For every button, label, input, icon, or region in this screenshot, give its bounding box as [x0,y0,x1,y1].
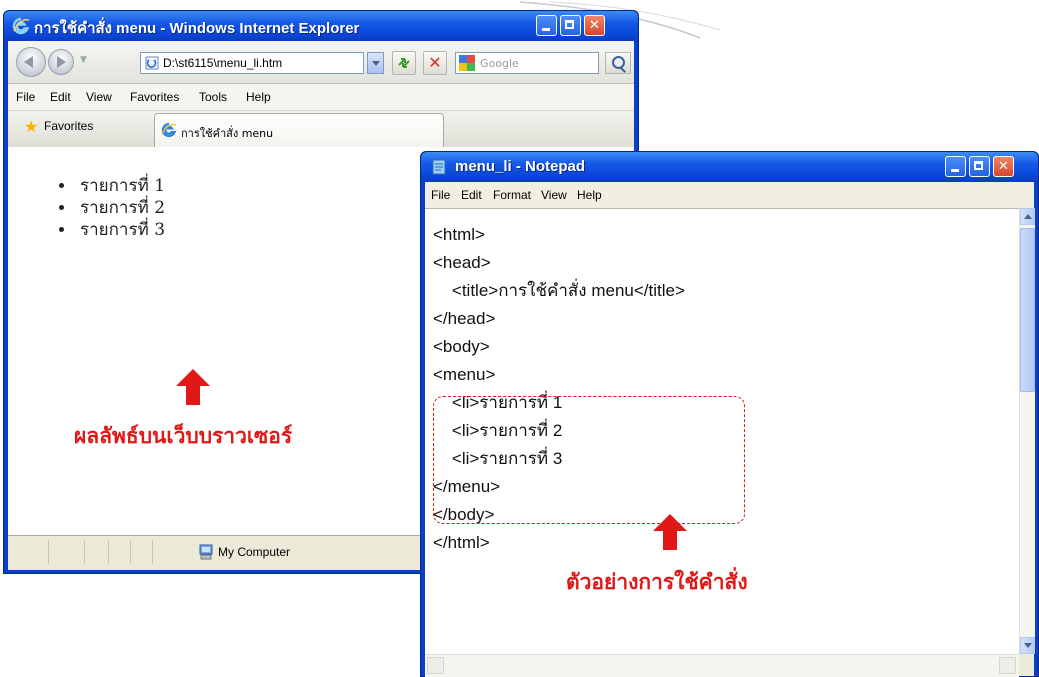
rendered-list: รายการที่ 1 รายการที่ 2 รายการที่ 3 [58,175,165,241]
scroll-thumb[interactable] [1020,228,1035,392]
chevron-down-icon [1024,643,1032,648]
search-placeholder: Google [480,57,519,70]
scroll-down-button[interactable] [1020,637,1035,654]
chevron-up-icon [1024,214,1032,219]
refresh-icon [398,58,410,68]
code-line: <body> [433,337,490,356]
menu-edit[interactable]: Edit [461,188,482,202]
status-cell [108,540,109,564]
menu-format[interactable]: Format [493,188,531,202]
status-cell [48,540,49,564]
back-button[interactable] [16,47,46,77]
forward-button[interactable] [48,49,74,75]
notepad-minimize-button[interactable] [945,156,966,177]
menu-highlight-box [433,396,745,524]
status-cell [152,540,153,564]
google-icon [459,55,475,71]
notepad-window-title: menu_li - Notepad [455,158,586,175]
ie-logo-icon [12,17,30,35]
menu-favorites[interactable]: Favorites [130,90,179,104]
list-item: รายการที่ 2 [76,197,165,219]
menu-file[interactable]: File [431,188,450,202]
ie-title-bar[interactable]: การใช้คำสั่ง menu - Windows Internet Exp… [4,11,638,41]
browser-result-annotation: ผลลัพธ์บนเว็บบราวเซอร์ [74,424,293,448]
ie-minimize-button[interactable] [536,15,557,36]
status-zone: My Computer [218,545,291,559]
status-cell [84,540,85,564]
close-icon: ✕ [998,159,1009,174]
minimize-icon [946,157,965,176]
code-line: </html> [433,533,490,552]
notepad-close-button[interactable]: ✕ [993,156,1014,177]
address-bar[interactable]: D:\st6115\menu_li.htm [140,52,364,74]
ie-menu-bar: File Edit View Favorites Tools Help [8,84,634,111]
ie-window-title: การใช้คำสั่ง menu - Windows Internet Exp… [34,20,360,37]
menu-view[interactable]: View [86,90,112,104]
list-item: รายการที่ 3 [76,219,165,241]
my-computer-icon [199,544,213,560]
ie-close-button[interactable]: ✕ [584,15,605,36]
notepad-maximize-button[interactable] [969,156,990,177]
search-input[interactable]: Google [455,52,599,74]
minimize-icon [537,16,556,35]
tab-current-page[interactable]: การใช้คำสั่ง menu [154,113,444,147]
status-cell [130,540,131,564]
ie-address-toolbar: ▼ D:\st6115\menu_li.htm ✕ Google [8,41,634,84]
red-arrow-up-icon [653,514,687,550]
address-text: D:\st6115\menu_li.htm [163,56,283,70]
tab-label: การใช้คำสั่ง menu [181,127,274,140]
code-line: <html> [433,225,485,244]
notepad-menu-bar: File Edit Format View Help [425,182,1034,208]
vertical-scrollbar[interactable] [1019,208,1035,654]
refresh-button[interactable] [392,51,416,75]
ie-maximize-button[interactable] [560,15,581,36]
notepad-icon [432,159,446,175]
list-item: รายการที่ 1 [76,175,165,197]
ie-page-icon [161,122,177,138]
search-icon [612,56,625,69]
command-example-annotation: ตัวอย่างการใช้คำสั่ง [566,570,748,594]
code-line: <title>การใช้คำสั่ง menu</title> [433,281,685,300]
menu-edit[interactable]: Edit [50,90,71,104]
favorites-button[interactable]: ★ Favorites [24,119,93,136]
red-arrow-up-icon [176,369,210,405]
notepad-title-bar[interactable]: menu_li - Notepad ✕ [421,152,1038,182]
menu-file[interactable]: File [16,90,35,104]
scroll-left-button[interactable] [427,657,444,674]
notepad-body: File Edit Format View Help <html> <head> … [425,182,1035,677]
close-icon: ✕ [589,18,600,33]
stop-button[interactable]: ✕ [423,51,447,75]
menu-tools[interactable]: Tools [199,90,227,104]
code-line: <menu> [433,365,496,384]
ie-tab-bar: ★ Favorites การใช้คำสั่ง menu [8,111,634,148]
scroll-right-button[interactable] [999,657,1016,674]
address-dropdown-button[interactable] [367,52,384,74]
page-icon [145,56,159,70]
code-line: </head> [433,309,496,328]
menu-view[interactable]: View [541,188,567,202]
menu-help[interactable]: Help [577,188,602,202]
menu-help[interactable]: Help [246,90,271,104]
search-button[interactable] [605,52,631,74]
scroll-up-button[interactable] [1020,208,1035,225]
code-line: <head> [433,253,491,272]
stop-icon: ✕ [428,53,442,72]
horizontal-scrollbar[interactable] [425,654,1019,677]
star-icon: ★ [24,119,39,136]
resize-grip[interactable] [1019,654,1034,676]
history-dropdown-icon[interactable]: ▼ [80,55,87,65]
maximize-icon [561,16,580,35]
maximize-icon [970,157,989,176]
